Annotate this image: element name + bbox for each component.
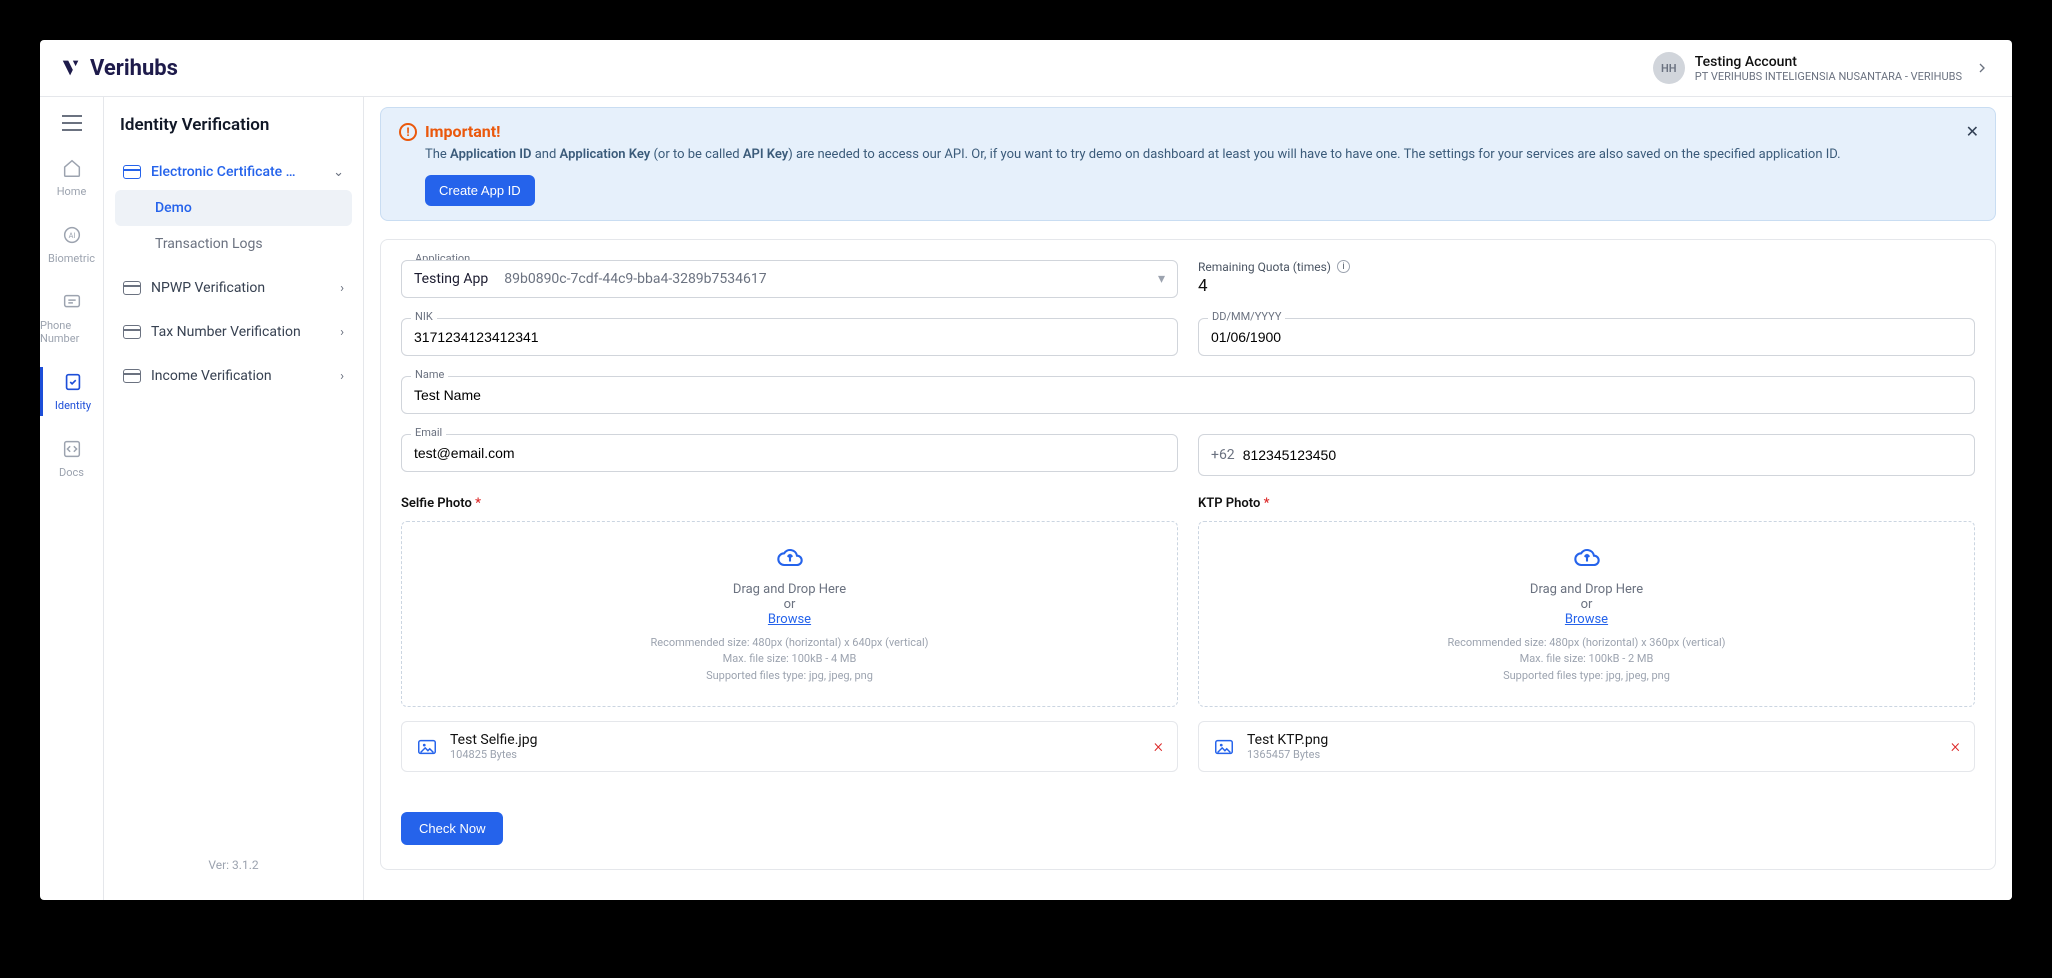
home-icon (61, 157, 83, 179)
selfie-browse-link[interactable]: Browse (768, 612, 811, 627)
caret-down-icon: ▾ (1158, 271, 1165, 287)
brand-name: Verihubs (90, 56, 178, 81)
ktp-browse-link[interactable]: Browse (1565, 612, 1608, 627)
app-name: Testing App (414, 271, 488, 287)
group-electronic-cert: Electronic Certificate … ⌄ Demo Transact… (114, 153, 353, 263)
group-income-head[interactable]: Income Verification › (115, 358, 352, 394)
image-icon (416, 736, 438, 758)
avatar: HH (1653, 52, 1685, 84)
dob-input[interactable] (1198, 318, 1975, 356)
ktp-file-size: 1365457 Bytes (1247, 748, 1328, 761)
form-card: Application Testing App 89b0890c-7cdf-44… (380, 239, 1996, 871)
account-org: PT VERIHUBS INTELIGENSIA NUSANTARA - VER… (1695, 70, 1962, 83)
application-select[interactable]: Application Testing App 89b0890c-7cdf-44… (401, 260, 1178, 298)
ktp-remove-icon[interactable]: × (1951, 736, 1960, 757)
app-body: Home AI Biometric Phone Number Identity … (40, 97, 2012, 900)
chevron-down-icon: ⌄ (333, 165, 344, 180)
version-label: Ver: 3.1.2 (114, 848, 353, 882)
card-icon (123, 325, 141, 339)
chevron-right-icon (1972, 58, 1992, 78)
selfie-file-size: 104825 Bytes (450, 748, 537, 761)
selfie-file-card: Test Selfie.jpg 104825 Bytes × (401, 721, 1178, 772)
account-widget[interactable]: HH Testing Account PT VERIHUBS INTELIGEN… (1653, 52, 1992, 84)
group-tax: Tax Number Verification › (114, 313, 353, 351)
side-title: Identity Verification (114, 115, 353, 135)
account-name: Testing Account (1695, 54, 1962, 70)
chevron-right-icon: › (340, 325, 344, 340)
nav-home[interactable]: Home (40, 153, 103, 202)
create-app-id-button[interactable]: Create App ID (425, 175, 535, 206)
email-input[interactable] (401, 434, 1178, 472)
selfie-file-name: Test Selfie.jpg (450, 732, 537, 748)
subnav-demo[interactable]: Demo (115, 190, 352, 226)
cloud-upload-icon (1572, 544, 1602, 572)
message-icon (61, 291, 83, 313)
group-income: Income Verification › (114, 357, 353, 395)
image-icon (1213, 736, 1235, 758)
main-content: ✕ ! Important! The Application ID and Ap… (364, 97, 2012, 900)
code-icon (61, 438, 83, 460)
biometric-icon: AI (61, 224, 83, 246)
alert-body: The Application ID and Application Key (… (399, 145, 1977, 165)
card-icon (123, 165, 141, 179)
nik-input[interactable] (401, 318, 1178, 356)
selfie-label: Selfie Photo * (401, 496, 1178, 511)
cloud-upload-icon (775, 544, 805, 572)
card-icon (123, 369, 141, 383)
side-panel: Identity Verification Electronic Certifi… (104, 97, 364, 900)
alert-banner: ✕ ! Important! The Application ID and Ap… (380, 107, 1996, 221)
ktp-file-card: Test KTP.png 1365457 Bytes × (1198, 721, 1975, 772)
card-icon (123, 281, 141, 295)
info-icon: ! (399, 123, 417, 141)
phone-field[interactable]: +62 (1198, 434, 1975, 476)
identity-icon (62, 371, 84, 393)
icon-rail: Home AI Biometric Phone Number Identity … (40, 97, 104, 900)
ktp-dropzone[interactable]: Drag and Drop Here or Browse Recommended… (1198, 521, 1975, 708)
phone-input[interactable] (1243, 447, 1962, 463)
app-guid: 89b0890c-7cdf-44c9-bba4-3289b7534617 (504, 271, 766, 287)
brand-logo: Verihubs (60, 56, 178, 81)
svg-text:AI: AI (68, 231, 75, 240)
info-icon[interactable]: i (1337, 260, 1350, 273)
ktp-label: KTP Photo * (1198, 496, 1975, 511)
chevron-right-icon: › (340, 369, 344, 384)
group-npwp-head[interactable]: NPWP Verification › (115, 270, 352, 306)
alert-title: ! Important! (399, 122, 1977, 141)
check-now-button[interactable]: Check Now (401, 812, 503, 845)
app-frame: Verihubs HH Testing Account PT VERIHUBS … (40, 40, 2012, 900)
selfie-remove-icon[interactable]: × (1154, 736, 1163, 757)
group-npwp: NPWP Verification › (114, 269, 353, 307)
subnav-transaction-logs[interactable]: Transaction Logs (115, 226, 352, 262)
nav-phone[interactable]: Phone Number (40, 287, 103, 349)
ktp-file-name: Test KTP.png (1247, 732, 1328, 748)
topbar: Verihubs HH Testing Account PT VERIHUBS … (40, 40, 2012, 97)
nav-docs[interactable]: Docs (40, 434, 103, 483)
selfie-dropzone[interactable]: Drag and Drop Here or Browse Recommended… (401, 521, 1178, 708)
group-electronic-cert-head[interactable]: Electronic Certificate … ⌄ (115, 154, 352, 190)
phone-country-code: +62 (1211, 447, 1235, 463)
alert-close-icon[interactable]: ✕ (1966, 122, 1979, 141)
quota-label: Remaining Quota (times) i (1198, 260, 1975, 274)
nav-biometric[interactable]: AI Biometric (40, 220, 103, 269)
group-tax-head[interactable]: Tax Number Verification › (115, 314, 352, 350)
name-input[interactable] (401, 376, 1975, 414)
logo-icon (60, 57, 82, 79)
hamburger-icon (62, 115, 82, 131)
chevron-right-icon: › (340, 281, 344, 296)
nav-identity[interactable]: Identity (40, 367, 103, 416)
menu-toggle[interactable] (40, 111, 103, 135)
quota-value: 4 (1198, 276, 1975, 296)
